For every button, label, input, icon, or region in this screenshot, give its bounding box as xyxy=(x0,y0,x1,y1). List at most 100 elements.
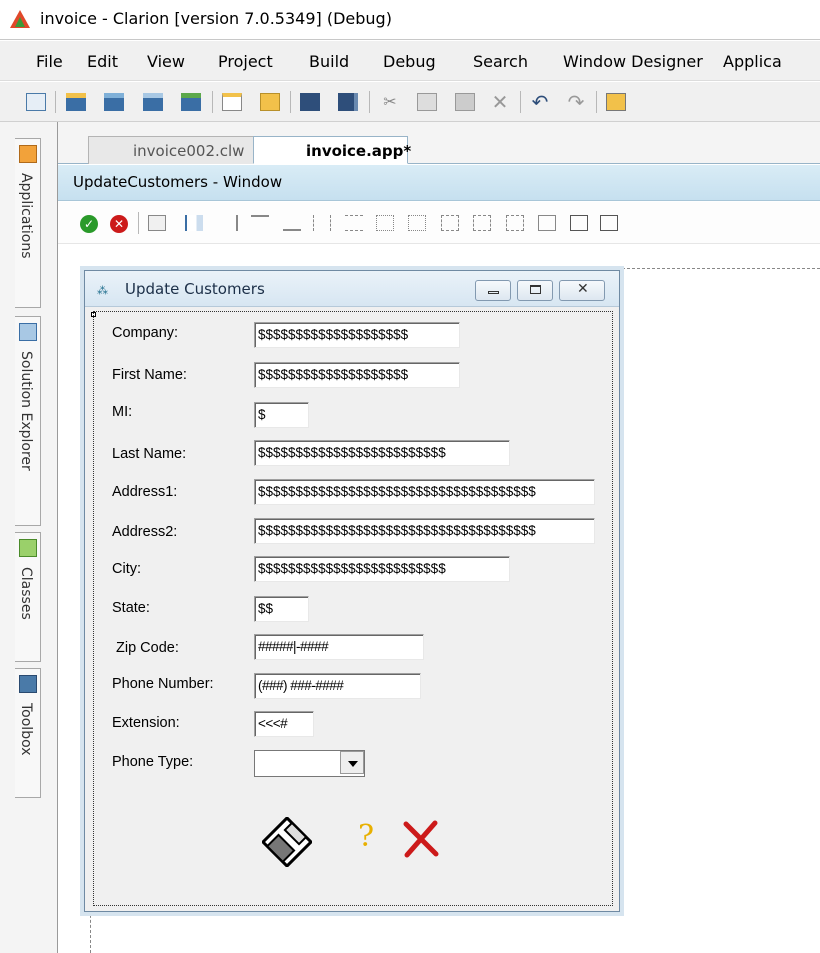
label-extension: Extension: xyxy=(112,715,180,731)
classes-icon xyxy=(19,539,37,557)
properties-icon[interactable] xyxy=(606,93,626,111)
side-tab-label: Applications xyxy=(18,173,34,259)
toolbar-separator xyxy=(55,91,56,113)
chevron-down-icon xyxy=(348,761,358,767)
menu-search[interactable]: Search xyxy=(473,52,528,71)
form-window[interactable]: ⁂ Update Customers ✕ Company: $$$$$$$$$$… xyxy=(84,270,620,912)
menu-build[interactable]: Build xyxy=(309,52,349,71)
menu-debug[interactable]: Debug xyxy=(383,52,436,71)
applications-icon xyxy=(19,145,37,163)
tab-order-icon[interactable] xyxy=(570,215,588,231)
same-size-icon[interactable] xyxy=(441,215,459,231)
dropdown-icon[interactable] xyxy=(26,93,46,111)
new-app-icon[interactable] xyxy=(66,93,86,111)
dropdown-arrow-button[interactable] xyxy=(340,751,364,774)
align-right-icon[interactable] xyxy=(220,215,238,231)
main-toolbar: ✂ ✕ ↶ ↷ xyxy=(0,82,820,122)
redo-icon[interactable]: ↷ xyxy=(566,92,586,112)
field-zip-code[interactable]: #####|-#### xyxy=(254,634,424,660)
menu-file[interactable]: File xyxy=(36,52,63,71)
form-title-bar: ⁂ Update Customers ✕ xyxy=(85,271,619,307)
delete-icon[interactable]: ✕ xyxy=(490,92,510,112)
center-horizontal-icon[interactable] xyxy=(313,215,331,231)
form-client-area: Company: $$$$$$$$$$$$$$$$$$$$ First Name… xyxy=(93,311,613,906)
field-state[interactable]: $$ xyxy=(254,596,309,622)
minimize-icon xyxy=(488,291,499,294)
side-tab-label: Solution Explorer xyxy=(18,351,34,471)
tab-invoice-app[interactable]: invoice.app* xyxy=(253,136,411,164)
open-folder-icon[interactable] xyxy=(260,93,280,111)
undo-icon[interactable]: ↶ xyxy=(530,92,550,112)
field-city[interactable]: $$$$$$$$$$$$$$$$$$$$$$$$$ xyxy=(254,556,510,582)
field-extension[interactable]: <<<# xyxy=(254,711,314,737)
save-all-icon[interactable] xyxy=(338,93,358,111)
label-zip-code: Zip Code: xyxy=(116,640,179,656)
new-file-icon[interactable] xyxy=(222,93,242,111)
field-mi[interactable]: $ xyxy=(254,402,309,428)
center-in-window-icon[interactable] xyxy=(538,215,556,231)
app-title: invoice - Clarion [version 7.0.5349] (De… xyxy=(40,9,392,28)
minimize-button[interactable] xyxy=(475,280,511,301)
cut-icon[interactable]: ✂ xyxy=(380,93,400,111)
window-icon: ⁂ xyxy=(97,284,108,297)
same-width-icon[interactable] xyxy=(473,215,491,231)
maximize-button[interactable] xyxy=(517,280,553,301)
phone-type-dropdown[interactable] xyxy=(254,750,365,777)
field-last-name[interactable]: $$$$$$$$$$$$$$$$$$$$$$$$$ xyxy=(254,440,510,466)
close-button[interactable]: ✕ xyxy=(559,280,605,301)
maximize-icon xyxy=(530,285,541,294)
menu-view[interactable]: View xyxy=(147,52,185,71)
tab-invoice002-clw[interactable]: invoice002.clw xyxy=(88,136,274,164)
save-disk-icon[interactable] xyxy=(262,817,312,867)
open-app-icon[interactable] xyxy=(104,93,124,111)
spacing-vertical-icon[interactable] xyxy=(408,215,426,231)
field-address2[interactable]: $$$$$$$$$$$$$$$$$$$$$$$$$$$$$$$$$$$$$ xyxy=(254,518,595,544)
field-address1[interactable]: $$$$$$$$$$$$$$$$$$$$$$$$$$$$$$$$$$$$$ xyxy=(254,479,595,505)
designer-toolbar: ✓ ✕ xyxy=(58,202,820,244)
side-tab-toolbox[interactable]: Toolbox xyxy=(15,668,41,798)
document-tabs: invoice002.clw invoice.app* xyxy=(58,122,820,164)
label-last-name: Last Name: xyxy=(112,446,187,462)
same-height-icon[interactable] xyxy=(506,215,524,231)
clarion-logo-accent xyxy=(15,17,25,27)
copy-icon[interactable] xyxy=(417,93,437,111)
align-top-icon[interactable] xyxy=(251,215,269,231)
menu-window-designer[interactable]: Window Designer xyxy=(563,52,703,71)
side-tab-label: Classes xyxy=(18,567,34,620)
side-panel-strip: Applications Solution Explorer Classes T… xyxy=(0,122,58,953)
center-vertical-icon[interactable] xyxy=(345,215,363,231)
paste-icon[interactable] xyxy=(455,93,475,111)
field-company[interactable]: $$$$$$$$$$$$$$$$$$$$ xyxy=(254,322,460,348)
toolbar-separator xyxy=(369,91,370,113)
side-tab-classes[interactable]: Classes xyxy=(15,532,41,662)
menu-project[interactable]: Project xyxy=(218,52,273,71)
field-first-name[interactable]: $$$$$$$$$$$$$$$$$$$$ xyxy=(254,362,460,388)
canvas-guide-horizontal xyxy=(612,268,820,269)
more-tools-icon[interactable] xyxy=(600,215,618,231)
cancel-x-icon[interactable]: ✕ xyxy=(110,215,128,233)
cancel-red-x-icon[interactable] xyxy=(401,819,441,859)
menu-edit[interactable]: Edit xyxy=(87,52,118,71)
add-app-icon[interactable] xyxy=(181,93,201,111)
label-city: City: xyxy=(112,561,141,577)
label-company: Company: xyxy=(112,325,179,341)
side-tab-applications[interactable]: Applications xyxy=(15,138,41,308)
ok-check-icon[interactable]: ✓ xyxy=(80,215,98,233)
designer-title: UpdateCustomers - Window xyxy=(73,173,283,191)
save-app-icon[interactable] xyxy=(143,93,163,111)
save-icon[interactable] xyxy=(300,93,320,111)
field-phone-number[interactable]: (###) ###-#### xyxy=(254,673,421,699)
spacing-horizontal-icon[interactable] xyxy=(376,215,394,231)
align-bottom-icon[interactable] xyxy=(283,215,301,231)
label-address1: Address1: xyxy=(112,484,178,500)
toolbar-separator xyxy=(290,91,291,113)
align-grid-icon[interactable] xyxy=(148,215,166,231)
label-state: State: xyxy=(112,600,150,616)
side-tab-solution-explorer[interactable]: Solution Explorer xyxy=(15,316,41,526)
close-icon: ✕ xyxy=(577,281,589,297)
align-left-icon[interactable] xyxy=(185,215,203,231)
toolbar-separator xyxy=(138,212,139,234)
menu-application[interactable]: Applica xyxy=(723,52,782,71)
help-question-icon[interactable]: ? xyxy=(358,819,374,854)
side-tab-label: Toolbox xyxy=(18,703,34,756)
